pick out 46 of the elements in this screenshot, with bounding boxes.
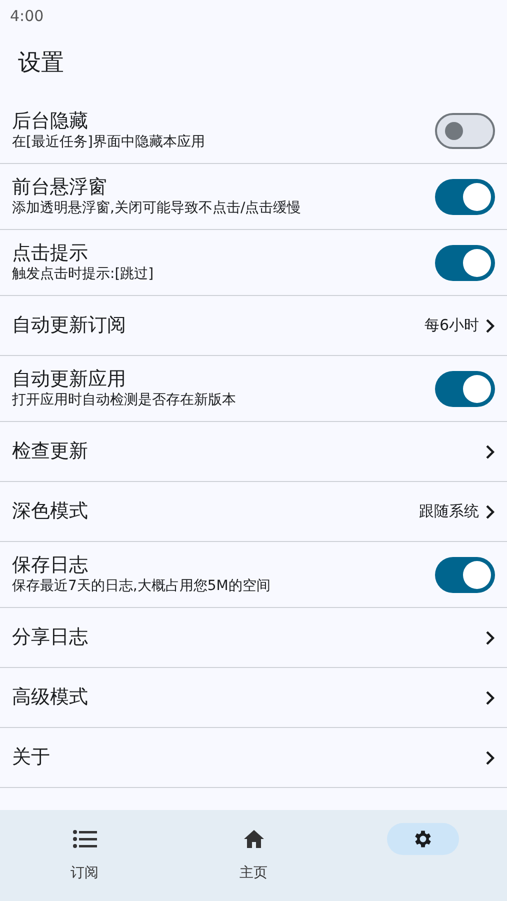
setting-description: 打开应用时自动检测是否存在新版本 <box>12 391 237 410</box>
setting-description: 触发点击时提示:[跳过] <box>12 265 155 284</box>
settings-row[interactable]: 深色模式 跟随系统 <box>0 482 507 542</box>
chevron-icon <box>485 750 495 764</box>
setting-title: 自动更新应用 <box>12 368 127 392</box>
settings-row[interactable]: 自动更新订阅 每6小时 <box>0 296 507 356</box>
chevron-icon <box>485 690 495 704</box>
settings-row[interactable]: 前台悬浮窗 添加透明悬浮窗,关闭可能导致不点击/点击缓慢 <box>0 164 507 230</box>
toggle-switch[interactable] <box>435 178 495 214</box>
page-title: 设置 <box>18 50 64 76</box>
chevron-icon <box>485 444 495 458</box>
home-icon <box>242 829 264 849</box>
settings-row[interactable]: 点击提示 触发点击时提示:[跳过] <box>0 230 507 296</box>
toggle-switch[interactable] <box>435 370 495 406</box>
toggle-switch[interactable] <box>435 112 495 148</box>
setting-description: 添加透明悬浮窗,关闭可能导致不点击/点击缓慢 <box>12 199 302 218</box>
nav-tab[interactable]: 主页 <box>169 810 338 901</box>
setting-title: 后台隐藏 <box>12 110 89 134</box>
setting-title: 点击提示 <box>12 242 89 266</box>
settings-row[interactable]: 分享日志 <box>0 608 507 668</box>
setting-description: 保存最近7天的日志,大概占用您5M的空间 <box>12 577 272 596</box>
chevron-icon <box>485 630 495 644</box>
setting-title: 保存日志 <box>12 554 89 578</box>
settings-row[interactable]: 后台隐藏 在[最近任务]界面中隐藏本应用 <box>0 98 507 164</box>
setting-title: 关于 <box>12 746 51 770</box>
settings-row[interactable]: 高级模式 <box>0 668 507 728</box>
toggle-switch[interactable] <box>435 556 495 592</box>
settings-row[interactable]: 关于 <box>0 728 507 788</box>
setting-title: 检查更新 <box>12 440 89 464</box>
setting-title: 前台悬浮窗 <box>12 176 108 200</box>
list-icon <box>72 829 96 849</box>
chevron-icon <box>485 318 495 332</box>
settings-row[interactable]: 检查更新 <box>0 422 507 482</box>
settings-row[interactable]: 自动更新应用 打开应用时自动检测是否存在新版本 <box>0 356 507 422</box>
status-time: 4:00 <box>9 6 45 27</box>
chevron-icon <box>485 504 495 518</box>
setting-title: 深色模式 <box>12 500 89 524</box>
toggle-switch[interactable] <box>435 244 495 280</box>
setting-title: 自动更新订阅 <box>12 314 127 338</box>
setting-description: 在[最近任务]界面中隐藏本应用 <box>12 133 206 152</box>
nav-tab[interactable]: 订阅 <box>0 810 169 901</box>
setting-value: 跟随系统 <box>419 501 479 522</box>
settings-row[interactable]: 保存日志 保存最近7天的日志,大概占用您5M的空间 <box>0 542 507 608</box>
setting-title: 高级模式 <box>12 686 89 710</box>
setting-title: 分享日志 <box>12 626 89 650</box>
setting-value: 每6小时 <box>424 315 479 336</box>
